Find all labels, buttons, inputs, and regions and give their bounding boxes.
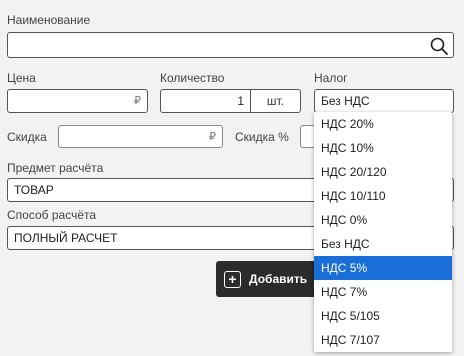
quantity-input[interactable]: 1 шт.: [160, 89, 301, 113]
tax-option[interactable]: Без НДС: [314, 232, 452, 256]
tax-option[interactable]: НДС 5/105: [314, 304, 452, 328]
method-label: Способ расчёта: [7, 208, 97, 222]
tax-option[interactable]: НДС 7%: [314, 280, 452, 304]
tax-option[interactable]: НДС 20/120: [314, 160, 452, 184]
price-label: Цена: [7, 71, 36, 85]
quantity-value: 1: [237, 94, 244, 108]
name-input[interactable]: [7, 32, 454, 58]
subject-label: Предмет расчёта: [7, 161, 104, 175]
tax-option[interactable]: НДС 10/110: [314, 184, 452, 208]
tax-option[interactable]: НДС 5%: [314, 256, 452, 280]
tax-select-value: Без НДС: [321, 94, 370, 108]
discount-currency-symbol: ₽: [209, 130, 216, 143]
tax-label: Налог: [314, 71, 348, 85]
price-input[interactable]: ₽: [7, 89, 148, 113]
tax-select[interactable]: Без НДС: [314, 89, 454, 113]
discount-label: Скидка: [7, 130, 47, 144]
tax-option[interactable]: НДС 7/107: [314, 328, 452, 352]
tax-dropdown-list: НДС 20% НДС 10% НДС 20/120 НДС 10/110 НД…: [314, 112, 452, 352]
discount-percent-label: Скидка %: [235, 130, 289, 144]
quantity-unit: шт.: [250, 90, 300, 112]
tax-option[interactable]: НДС 10%: [314, 136, 452, 160]
name-label: Наименование: [7, 13, 91, 27]
currency-symbol: ₽: [134, 95, 141, 107]
discount-input[interactable]: ₽: [58, 125, 223, 148]
tax-option[interactable]: НДС 20%: [314, 112, 452, 136]
tax-option[interactable]: НДС 0%: [314, 208, 452, 232]
add-button-label: Добавить: [249, 272, 308, 286]
search-icon[interactable]: [429, 36, 449, 59]
quantity-label: Количество: [160, 71, 225, 85]
plus-square-icon: +: [224, 270, 241, 288]
